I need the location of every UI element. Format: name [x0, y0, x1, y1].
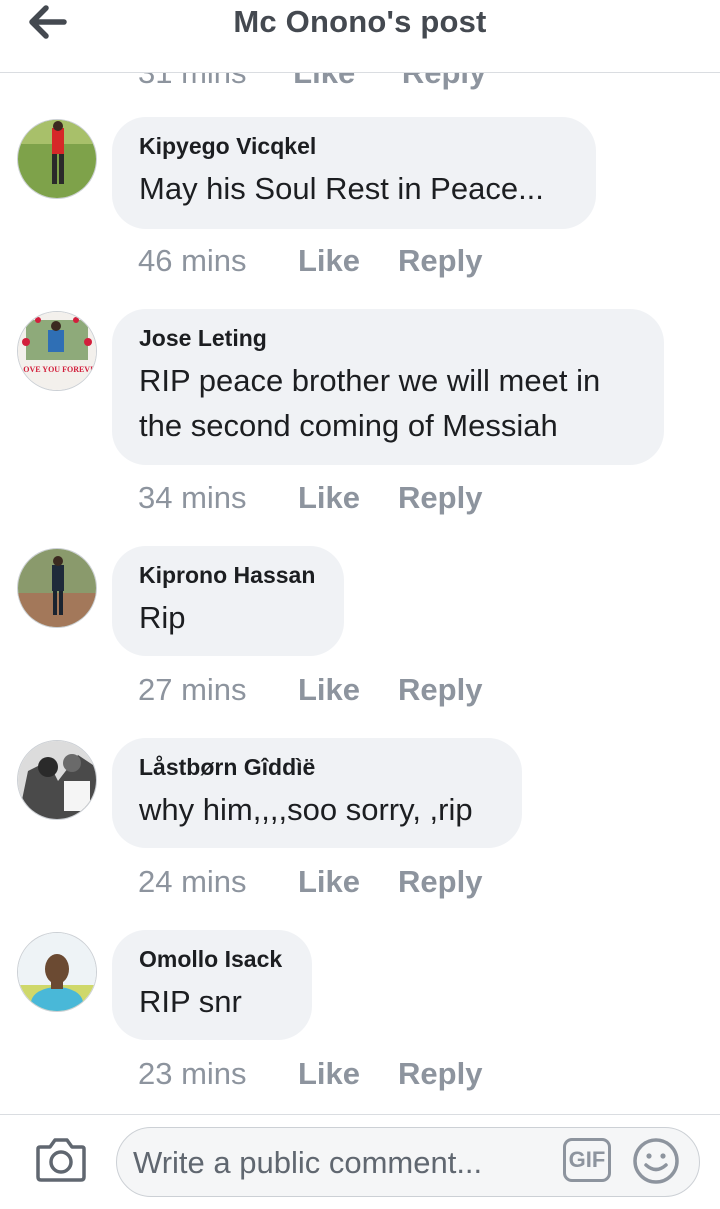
comment-time: 27 mins [138, 672, 247, 707]
comment-time: 23 mins [138, 1056, 247, 1091]
avatar[interactable] [17, 119, 97, 199]
camera-icon [36, 1138, 86, 1182]
comment-time: 46 mins [138, 243, 247, 278]
comment-actions: 34 mins Like Reply [138, 480, 482, 516]
comment-list[interactable]: 31 mins Like Reply Kipyego Vicqkel May h… [0, 73, 720, 1113]
comment-bubble[interactable]: Kipyego Vicqkel May his Soul Rest in Pea… [112, 117, 596, 229]
avatar-caption: I LOVE YOU FOREVER [18, 365, 96, 374]
comment-bubble[interactable]: Jose Leting RIP peace brother we will me… [112, 309, 664, 465]
comment-actions: 46 mins Like Reply [138, 243, 482, 279]
gif-button[interactable]: GIF [563, 1138, 611, 1182]
partial-comment-actions: 31 mins Like Reply [138, 73, 524, 91]
comment-bubble[interactable]: Kiprono Hassan Rip [112, 546, 344, 656]
comment-actions: 24 mins Like Reply [138, 864, 482, 900]
comment-input-box[interactable]: GIF [116, 1127, 700, 1197]
comment-bubble[interactable]: Låstbørn Gîddìë why him,,,,soo sorry, ,r… [112, 738, 522, 848]
reply-button[interactable]: Reply [398, 864, 482, 899]
top-bar: Mc Onono's post [0, 0, 720, 73]
reply-button[interactable]: Reply [398, 672, 482, 707]
page-title: Mc Onono's post [233, 4, 487, 39]
camera-button[interactable] [34, 1135, 88, 1185]
comment-text: May his Soul Rest in Peace... [139, 171, 544, 206]
like-button[interactable]: Like [298, 672, 360, 707]
commenter-name[interactable]: Kipyego Vicqkel [139, 133, 568, 160]
avatar[interactable]: I LOVE YOU FOREVER [17, 311, 97, 391]
commenter-name[interactable]: Kiprono Hassan [139, 562, 316, 589]
comment-input[interactable] [131, 1138, 555, 1188]
like-button[interactable]: Like [293, 73, 355, 90]
comment-text: RIP snr [139, 984, 242, 1019]
comment-text: why him,,,,soo sorry, ,rip [139, 792, 473, 827]
comment-time: 31 mins [138, 73, 247, 90]
like-button[interactable]: Like [298, 1056, 360, 1091]
like-button[interactable]: Like [298, 243, 360, 278]
comment-actions: 27 mins Like Reply [138, 672, 482, 708]
avatar[interactable] [17, 932, 97, 1012]
like-button[interactable]: Like [298, 480, 360, 515]
smiley-icon [633, 1138, 679, 1184]
comment-bubble[interactable]: Omollo Isack RIP snr [112, 930, 312, 1040]
reply-button[interactable]: Reply [398, 243, 482, 278]
like-button[interactable]: Like [298, 864, 360, 899]
comment-time: 24 mins [138, 864, 247, 899]
commenter-name[interactable]: Låstbørn Gîddìë [139, 754, 494, 781]
commenter-name[interactable]: Omollo Isack [139, 946, 284, 973]
avatar[interactable] [17, 740, 97, 820]
comment-composer: GIF [0, 1114, 720, 1209]
avatar[interactable] [17, 548, 97, 628]
comment-text: Rip [139, 600, 186, 635]
comment-text: RIP peace brother we will meet in the se… [139, 363, 601, 443]
commenter-name[interactable]: Jose Leting [139, 325, 636, 352]
comment-actions: 23 mins Like Reply [138, 1056, 482, 1092]
emoji-button[interactable] [631, 1136, 681, 1186]
reply-button[interactable]: Reply [398, 480, 482, 515]
reply-button[interactable]: Reply [398, 1056, 482, 1091]
reply-button[interactable]: Reply [402, 73, 486, 90]
comment-time: 34 mins [138, 480, 247, 515]
